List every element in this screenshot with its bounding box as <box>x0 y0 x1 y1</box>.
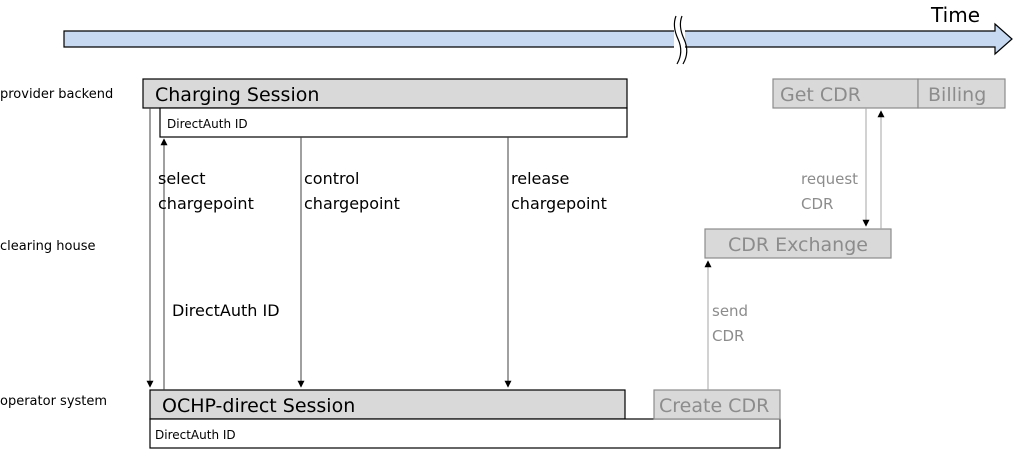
time-axis-label: Time <box>930 3 980 27</box>
label-control: control <box>304 169 359 188</box>
charging-session-group: Charging Session DirectAuth ID <box>142 78 628 138</box>
charging-directauth-label: DirectAuth ID <box>167 117 248 131</box>
create-cdr-group: Create CDR <box>653 389 781 420</box>
label-request: request <box>801 170 858 188</box>
charging-session-label: Charging Session <box>155 84 319 106</box>
label-release: release <box>511 169 569 188</box>
label-select-chargepoint: chargepoint <box>158 194 254 213</box>
ocph-session-label: OCHP-direct Session <box>162 395 355 417</box>
time-axis-arrow <box>63 22 1013 56</box>
label-send: send <box>712 302 748 320</box>
cdr-exchange-group: CDR Exchange <box>704 228 892 259</box>
label-control-chargepoint: chargepoint <box>304 194 400 213</box>
lane-label-clearing: clearing house <box>0 239 96 254</box>
lane-label-provider: provider backend <box>0 87 113 102</box>
label-select: select <box>158 169 206 188</box>
label-send-cdr: CDR <box>712 327 744 345</box>
lane-label-operator: operator system <box>0 394 107 409</box>
create-cdr-label: Create CDR <box>659 395 769 417</box>
label-release-chargepoint: chargepoint <box>511 194 607 213</box>
label-directauth-id: DirectAuth ID <box>172 301 280 320</box>
label-request-cdr: CDR <box>801 195 833 213</box>
ocph-directauth-box <box>149 418 781 449</box>
process-diagram: Time provider backend clearing house ope… <box>0 3 1013 449</box>
get-cdr-label: Get CDR <box>780 84 861 106</box>
cdr-exchange-label: CDR Exchange <box>728 234 868 256</box>
time-axis: Time <box>63 3 1013 65</box>
ocph-directauth-label: DirectAuth ID <box>155 428 236 442</box>
get-cdr-group: Get CDR Billing <box>772 78 1006 109</box>
billing-label: Billing <box>928 84 986 106</box>
